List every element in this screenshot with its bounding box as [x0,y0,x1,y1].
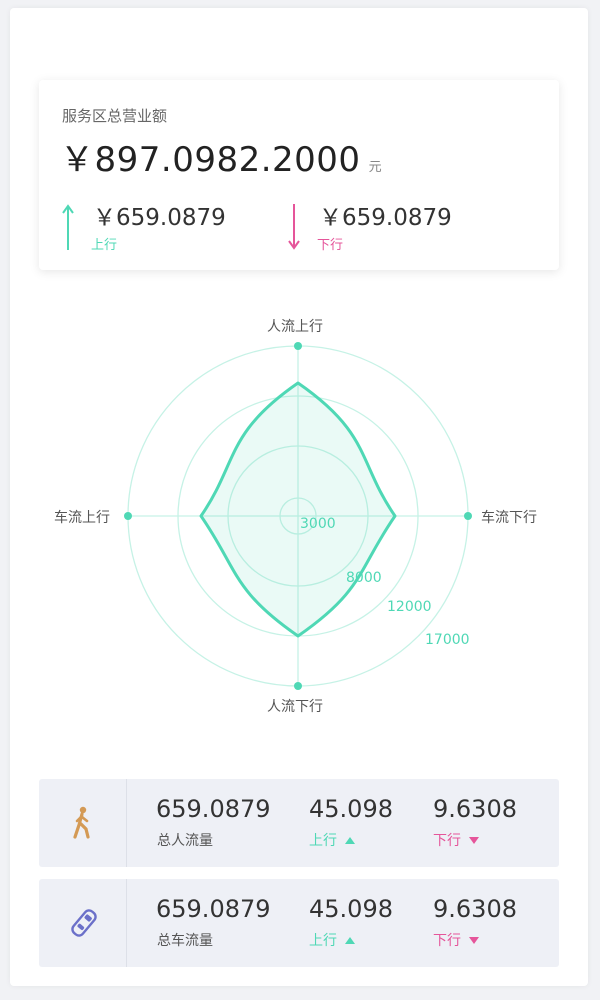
people-down-indicator: 下行 [433,830,479,850]
radar-axis-label-bottom: 人流下行 [267,699,323,715]
people-total: 659.0879 [156,795,271,823]
vehicle-total: 659.0879 [156,895,271,923]
radar-ring-label: 17000 [425,632,470,648]
radar-axis-label-right: 车流下行 [481,510,537,526]
radar-axis-label-top: 人流上行 [267,319,323,335]
radar-ring-label: 12000 [387,599,432,615]
radar-axis-label-left: 车流上行 [54,510,110,526]
radar-axis-dot [294,682,302,690]
people-up-label: 上行 [309,833,337,849]
car-icon [71,909,97,937]
triangle-down-icon [469,936,479,944]
people-flow-card: 659.0879 总人流量 45.098 上行 9.6308 下行 [39,779,559,867]
arrow-down-icon [288,204,300,250]
triangle-down-icon [469,836,479,844]
revenue-up: ￥659.0879 上行 [61,198,281,254]
revenue-down: ￥659.0879 下行 [287,198,507,254]
revenue-up-label: 上行 [91,238,118,253]
people-up-value: 45.098 [309,795,393,823]
radar-ring-label: 8000 [346,570,382,586]
people-up-indicator: 上行 [309,830,355,850]
vehicle-up-value: 45.098 [309,895,393,923]
radar-axis-dot [464,512,472,520]
triangle-up-icon [345,836,355,844]
revenue-total-row: ￥897.0982.2000 元 [60,132,382,180]
revenue-title: 服务区总营业额 [62,107,168,125]
revenue-down-label: 下行 [317,238,344,253]
revenue-card: 服务区总营业额 ￥897.0982.2000 元 ￥659.0879 上行 ￥6… [39,80,559,270]
revenue-total-amount: ￥897.0982.2000 [60,140,361,180]
people-down-label: 下行 [433,833,461,849]
revenue-unit: 元 [368,160,382,175]
radar-axis-dot [124,512,132,520]
walking-person-icon [73,806,90,839]
triangle-up-icon [345,936,355,944]
people-total-label: 总人流量 [157,833,213,849]
vehicle-icon-cell [39,879,127,967]
revenue-down-amount: ￥659.0879 [319,205,452,231]
vehicle-down-label: 下行 [433,933,461,949]
vehicle-down-indicator: 下行 [433,930,479,950]
vehicle-up-indicator: 上行 [309,930,355,950]
radar-series-shape [199,381,397,638]
radar-axis-dot [294,342,302,350]
vehicle-total-label: 总车流量 [157,933,213,949]
arrow-up-icon [62,204,74,250]
revenue-up-amount: ￥659.0879 [93,205,226,231]
radar-chart: 人流上行 车流下行 人流下行 车流上行 3000 8000 12000 1700… [0,290,600,740]
radar-ring-label: 3000 [300,516,336,532]
vehicle-up-label: 上行 [309,933,337,949]
people-icon-cell [39,779,127,867]
vehicle-flow-card: 659.0879 总车流量 45.098 上行 9.6308 下行 [39,879,559,967]
people-down-value: 9.6308 [433,795,517,823]
vehicle-down-value: 9.6308 [433,895,517,923]
